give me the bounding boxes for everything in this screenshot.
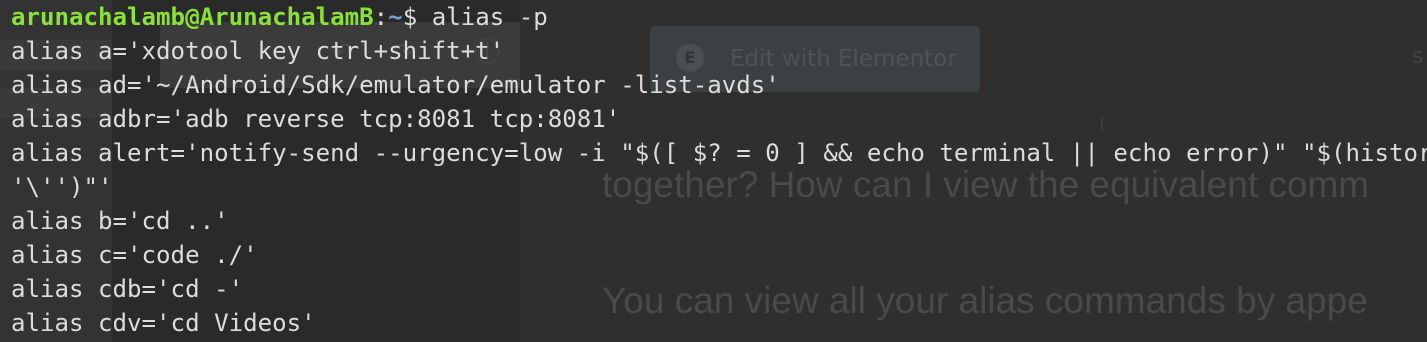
- prompt-command: alias -p: [417, 3, 548, 31]
- terminal-output-line: alias ad='~/Android/Sdk/emulator/emulato…: [11, 71, 780, 99]
- terminal-output-line: alias a='xdotool key ctrl+shift+t': [11, 37, 505, 65]
- terminal-output-line: alias cdb='cd -': [11, 275, 244, 303]
- prompt-path: ~: [388, 3, 403, 31]
- prompt-separator: :: [373, 3, 389, 31]
- terminal-output-line: alias alert='notify-send --urgency=low -…: [11, 139, 1427, 167]
- terminal-output-line: alias c='code ./': [11, 241, 258, 269]
- prompt-symbol: $: [402, 3, 418, 31]
- terminal-output-line: alias b='cd ..': [11, 207, 229, 235]
- terminal-prompt-line: arunachalamb@ArunachalamB:~$ alias -p: [11, 0, 548, 34]
- terminal-window[interactable]: arunachalamb@ArunachalamB:~$ alias -p al…: [0, 0, 1427, 342]
- terminal-output-line: alias cdv='cd Videos': [11, 309, 316, 337]
- terminal-output-line: '\'')"': [11, 173, 113, 201]
- terminal-output-line: alias adbr='adb reverse tcp:8081 tcp:808…: [11, 105, 621, 133]
- prompt-user-host: arunachalamb@ArunachalamB: [11, 3, 374, 31]
